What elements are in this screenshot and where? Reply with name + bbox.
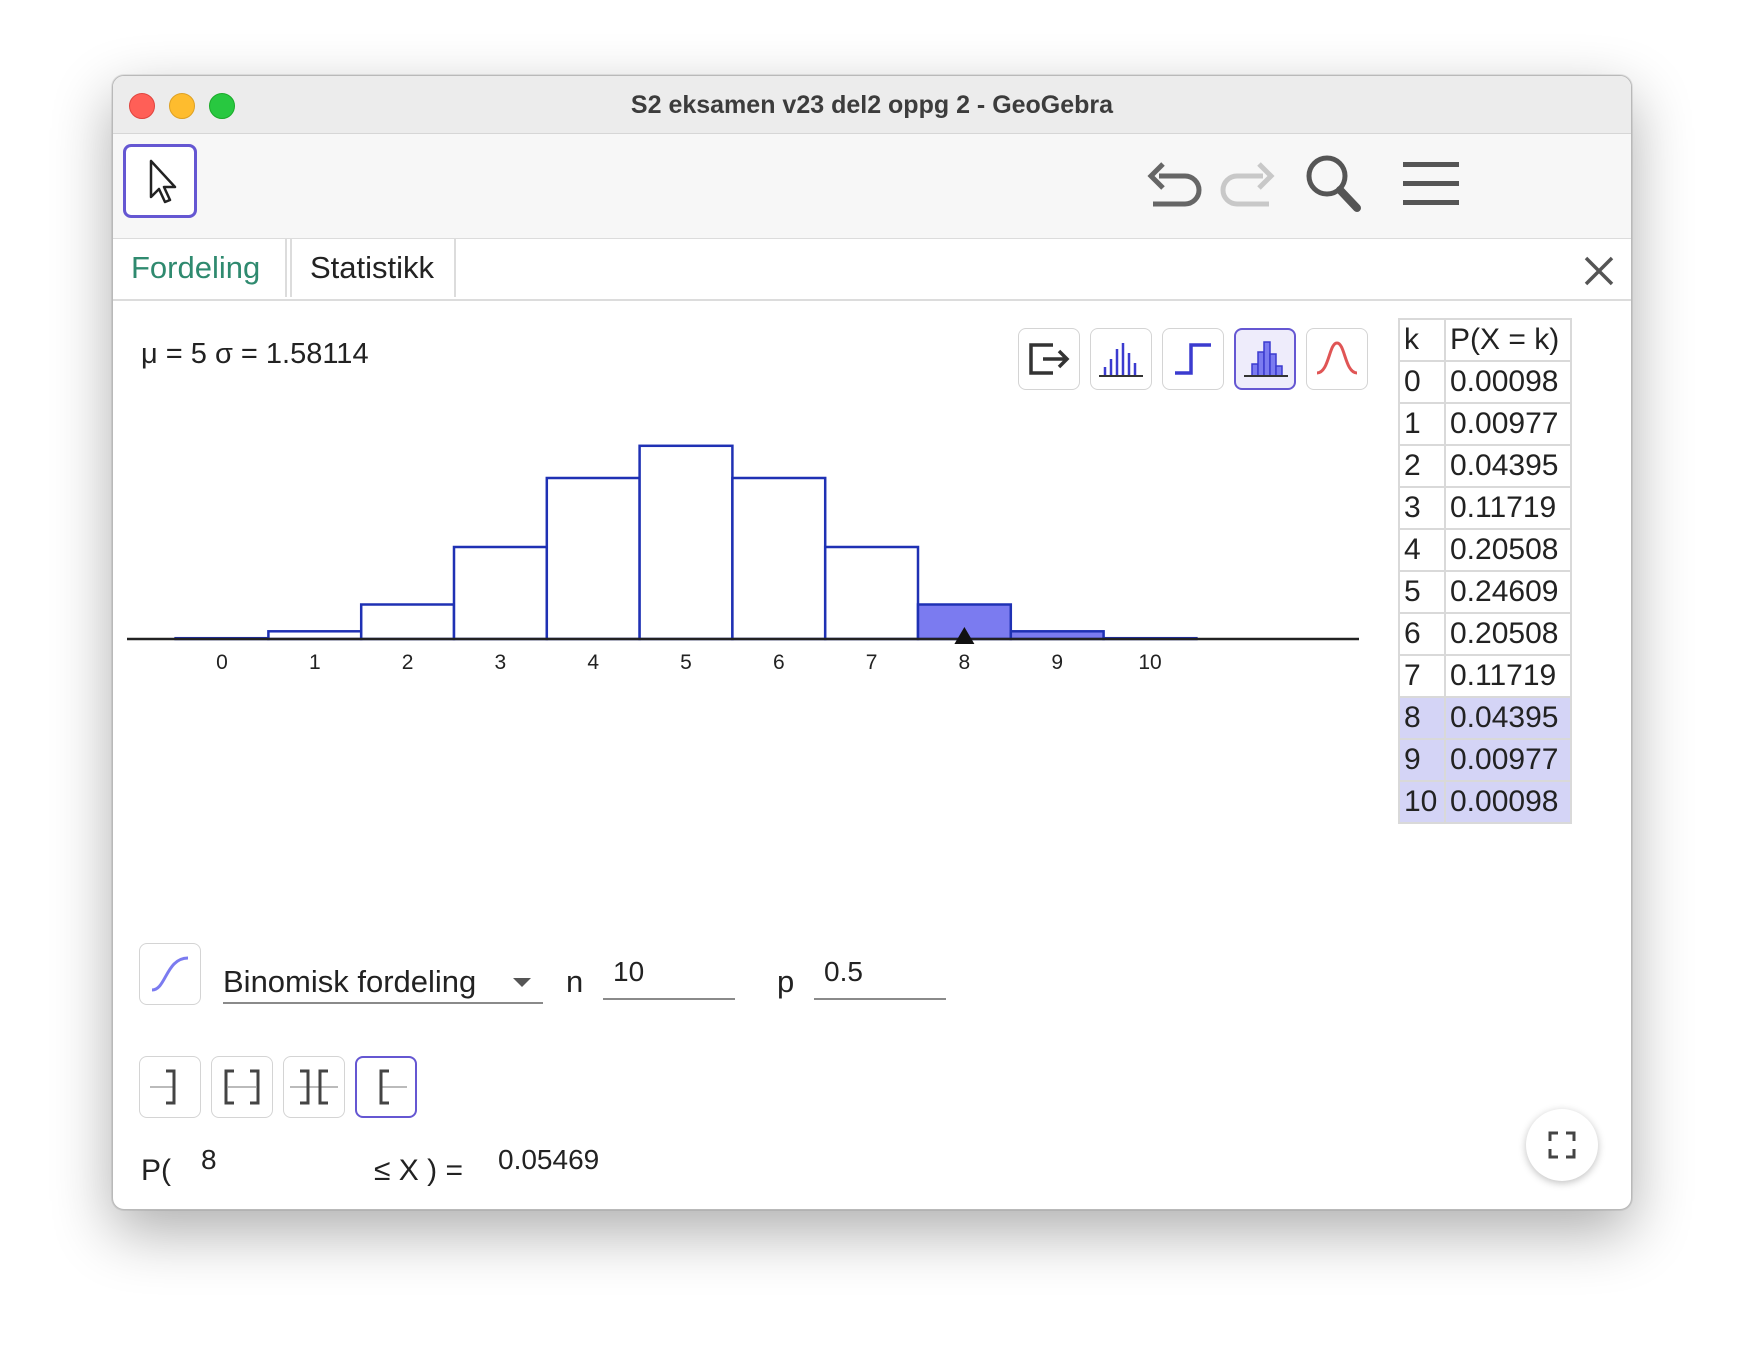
mean-sd-text: μ = 5 σ = 1.58114: [141, 338, 369, 370]
histogram-bar: [638, 444, 734, 641]
lower-bound-input[interactable]: 8: [201, 1144, 217, 1176]
table-cell-k: 1: [1398, 402, 1446, 446]
table-header-p: P(X = k): [1444, 318, 1572, 362]
table-cell-k: 3: [1398, 486, 1446, 530]
table-cell-k: 6: [1398, 612, 1446, 656]
histogram-bar: [731, 476, 827, 641]
move-tool-icon: [149, 159, 177, 204]
table-cell-p: 0.00977: [1444, 402, 1572, 446]
table-header-row: k P(X = k): [1398, 318, 1572, 362]
table-cell-k: 8: [1398, 696, 1446, 740]
table-row: 3 0.11719: [1398, 486, 1572, 530]
x-tick-label: 0: [216, 651, 228, 674]
table-row: 5 0.24609: [1398, 570, 1572, 614]
probability-prefix: P(: [141, 1154, 171, 1187]
p-input[interactable]: 0.5: [814, 952, 946, 1000]
interval-button[interactable]: [211, 1056, 273, 1118]
right-sided-icon: [379, 1069, 407, 1105]
distribution-select[interactable]: Binomisk fordeling: [223, 956, 543, 1004]
cumulative-toggle-button[interactable]: [139, 943, 201, 1005]
x-tick-label: 10: [1138, 651, 1161, 674]
chevron-down-icon: [513, 978, 531, 987]
table-cell-p: 0.04395: [1444, 444, 1572, 488]
tab-statistikk[interactable]: Statistikk: [290, 239, 456, 297]
table-row: 0 0.00098: [1398, 360, 1572, 404]
table-row: 8 0.04395: [1398, 696, 1572, 740]
x-tick-label: 7: [866, 651, 878, 674]
p-input-value: 0.5: [824, 956, 863, 987]
table-cell-k: 10: [1398, 780, 1446, 824]
title-bar: S2 eksamen v23 del2 oppg 2 - GeoGebra: [113, 76, 1631, 134]
table-row: 2 0.04395: [1398, 444, 1572, 488]
x-tick-label: 8: [959, 651, 971, 674]
histogram-bar: [359, 603, 456, 641]
table-header-k: k: [1398, 318, 1446, 362]
search-icon[interactable]: [1303, 152, 1363, 214]
histogram-bar: [452, 545, 549, 641]
table-cell-p: 0.11719: [1444, 654, 1572, 698]
distribution-histogram: 0 1 2 3 4 5 6 7 8 9 10: [127, 444, 1359, 674]
table-row: 4 0.20508: [1398, 528, 1572, 572]
table-cell-p: 0.20508: [1444, 612, 1572, 656]
table-row: 9 0.00977: [1398, 738, 1572, 782]
probability-suffix: ≤ X ) =: [374, 1154, 463, 1187]
n-label: n: [566, 964, 584, 999]
table-row: 10 0.00098: [1398, 780, 1572, 824]
window-title: S2 eksamen v23 del2 oppg 2 - GeoGebra: [630, 91, 1114, 119]
n-input[interactable]: 10: [603, 952, 735, 1000]
interval-icon: [224, 1069, 260, 1105]
x-tick-label: 3: [495, 651, 507, 674]
undo-icon[interactable]: [1145, 156, 1203, 212]
tab-bar: Fordeling Statistikk: [113, 239, 1631, 301]
close-icon[interactable]: [1583, 255, 1615, 287]
tab-fordeling[interactable]: Fordeling: [113, 239, 287, 297]
fullscreen-icon: [1548, 1131, 1576, 1159]
app-window: S2 eksamen v23 del2 oppg 2 - GeoGebra Fo…: [112, 75, 1632, 1210]
x-tick-label: 4: [587, 651, 599, 674]
toolbar: [113, 134, 1631, 240]
redo-icon[interactable]: [1219, 156, 1277, 212]
x-tick-label: 6: [773, 651, 785, 674]
left-sided-icon: [150, 1069, 176, 1105]
left-sided-button[interactable]: [139, 1056, 201, 1118]
n-input-value: 10: [613, 956, 645, 987]
x-tick-label: 9: [1051, 651, 1063, 674]
table-cell-k: 5: [1398, 570, 1446, 614]
histogram-bar: [545, 476, 641, 641]
distribution-select-value: Binomisk fordeling: [223, 964, 477, 999]
p-label: p: [777, 964, 795, 999]
right-sided-button[interactable]: [355, 1056, 417, 1118]
table-cell-k: 9: [1398, 738, 1446, 782]
x-tick-label: 2: [402, 651, 414, 674]
table-cell-p: 0.11719: [1444, 486, 1572, 530]
probability-table: k P(X = k) 0 0.00098 1 0.00977 2 0.04395 3 0.11…: [1398, 318, 1572, 824]
table-cell-k: 7: [1398, 654, 1446, 698]
two-tailed-icon: [290, 1069, 338, 1105]
table-cell-p: 0.00977: [1444, 738, 1572, 782]
table-cell-p: 0.20508: [1444, 528, 1572, 572]
table-row: 6 0.20508: [1398, 612, 1572, 656]
table-cell-p: 0.24609: [1444, 570, 1572, 614]
fullscreen-button[interactable]: [1526, 1109, 1598, 1181]
x-tick-label: 5: [680, 651, 692, 674]
two-tailed-button[interactable]: [283, 1056, 345, 1118]
table-cell-p: 0.00098: [1444, 360, 1572, 404]
table-cell-k: 4: [1398, 528, 1446, 572]
table-cell-k: 2: [1398, 444, 1446, 488]
table-cell-p: 0.04395: [1444, 696, 1572, 740]
table-cell-k: 0: [1398, 360, 1446, 404]
cumulative-icon: [151, 956, 189, 992]
move-tool-button[interactable]: [123, 144, 197, 218]
table-row: 1 0.00977: [1398, 402, 1572, 446]
histogram-bar: [823, 545, 920, 641]
probability-result: 0.05469: [498, 1144, 600, 1175]
table-cell-p: 0.00098: [1444, 780, 1572, 824]
menu-icon[interactable]: [1403, 159, 1459, 209]
table-row: 7 0.11719: [1398, 654, 1572, 698]
x-tick-label: 1: [309, 651, 321, 674]
